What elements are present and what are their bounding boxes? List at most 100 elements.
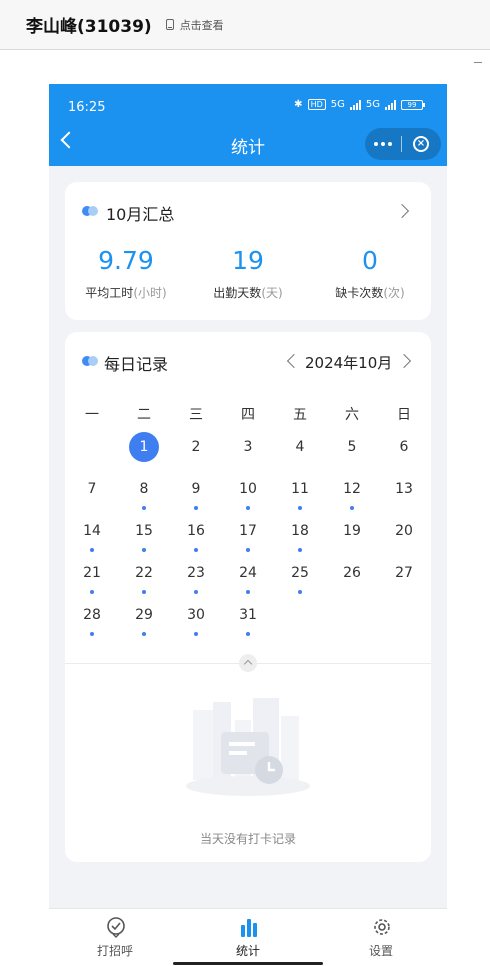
calendar-day[interactable]: 24 [222,558,274,600]
signal-icon [349,99,361,110]
calendar-day[interactable]: 9 [170,474,222,516]
calendar-day[interactable]: 28 [66,600,118,642]
calendar-day[interactable]: 26 [326,558,378,600]
calendar-day[interactable]: 1 [118,432,170,474]
calendar-day-number: 16 [187,523,205,539]
calendar-day[interactable]: 15 [118,516,170,558]
calendar-day[interactable]: 25 [274,558,326,600]
calendar-day[interactable]: 23 [170,558,222,600]
host-user-name: 李山峰(31039) [26,17,152,37]
phone-icon [165,19,174,30]
calendar-day[interactable]: 21 [66,558,118,600]
weekday-label: 四 [241,407,255,423]
record-dot [246,632,250,636]
daily-title: 每日记录 [104,355,169,374]
calendar-day[interactable]: 22 [118,558,170,600]
record-dot [246,548,250,552]
record-dot [298,590,302,594]
weekday-label: 日 [397,407,411,423]
weekday-label: 一 [85,407,99,423]
chevron-right-icon[interactable] [394,203,410,219]
bluetooth-icon: ✱ [294,99,303,110]
calendar-day-number: 29 [135,607,153,623]
tab-label: 统计 [235,944,260,958]
calendar-day[interactable]: 13 [378,474,430,516]
close-icon[interactable]: × [402,136,440,152]
calendar-day[interactable]: 27 [378,558,430,600]
calendar-day[interactable]: 7 [66,474,118,516]
calendar-day-number: 23 [187,565,205,581]
calendar-day[interactable]: 2 [170,432,222,474]
more-icon[interactable] [365,142,401,146]
calendar-day[interactable]: 12 [326,474,378,516]
record-dot [194,590,198,594]
summary-title: 10月汇总 [106,205,175,224]
calendar-day-number: 4 [295,439,305,455]
next-month-icon[interactable] [396,353,412,369]
calendar-day[interactable]: 19 [326,516,378,558]
calendar-day-number: 15 [135,523,153,539]
calendar-day-number: 12 [343,481,361,497]
tab-settings[interactable]: 设置 [315,909,447,966]
calendar-day[interactable]: 6 [378,432,430,474]
calendar-day[interactable]: 4 [274,432,326,474]
calendar-day-number: 10 [239,481,257,497]
calendar-day-number: 17 [239,523,257,539]
record-dot [194,548,198,552]
calendar-day-number: 13 [395,481,413,497]
calendar-day[interactable]: 29 [118,600,170,642]
bar-chart-icon [241,919,257,937]
calendar-day[interactable]: 30 [170,600,222,642]
calendar-day-number: 18 [291,523,309,539]
month-label: 2024年10月 [305,354,393,372]
stat-label: 平均工时(小时) [85,286,167,300]
tab-stats[interactable]: 统计 [182,909,314,966]
calendar-day-number: 6 [399,439,409,455]
record-dot [298,548,302,552]
calendar-day[interactable]: 11 [274,474,326,516]
calendar-day-number: 21 [83,565,101,581]
stat-attendance-days: 19 出勤天数(天) [187,246,309,301]
calendar-day-number: 9 [191,481,201,497]
calendar-day[interactable]: 31 [222,600,274,642]
record-dot [142,548,146,552]
calendar-day-number: 31 [239,607,257,623]
calendar-day-number: 19 [343,523,361,539]
calendar-day-number: 7 [87,481,97,497]
calendar-day-number: 24 [239,565,257,581]
calendar-day[interactable]: 17 [222,516,274,558]
record-dot [90,590,94,594]
calendar-day[interactable]: 16 [170,516,222,558]
summary-card[interactable]: 10月汇总 9.79 平均工时(小时) 19 出勤天数(天) 0 缺卡次数(次) [65,182,431,320]
calendar-day[interactable]: 10 [222,474,274,516]
record-dot [90,632,94,636]
calendar-day[interactable]: 5 [326,432,378,474]
host-view-link[interactable]: 点击查看 [165,17,224,33]
minimize-icon[interactable] [474,62,482,63]
stat-value: 19 [232,246,264,275]
status-time: 16:25 [68,100,106,115]
calendar-day[interactable]: 20 [378,516,430,558]
summary-dots-icon [82,206,98,216]
calendar-day[interactable]: 18 [274,516,326,558]
calendar-day-number: 8 [139,481,149,497]
calendar-day-number: 5 [347,439,357,455]
stat-label: 出勤天数(天) [213,286,283,300]
prev-month-icon[interactable] [286,353,302,369]
weekday-label: 五 [293,407,307,423]
record-dot [90,548,94,552]
calendar-day[interactable]: 3 [222,432,274,474]
calendar-day[interactable]: 14 [66,516,118,558]
record-dot [246,590,250,594]
calendar-day[interactable]: 8 [118,474,170,516]
daily-record-card: 每日记录 2024年10月 一二三四五六日 1 2 3 4 5 6 7 8 9 10 11 12 13 1… [65,332,431,862]
calendar-day-number: 3 [243,439,253,455]
stat-missing-punches: 0 缺卡次数(次) [309,246,431,301]
calendar-day-number: 2 [191,439,201,455]
empty-record-illustration [186,698,310,796]
tab-greet[interactable]: 打招呼 [49,909,181,966]
collapse-icon[interactable] [239,654,257,672]
mini-program-capsule: × [365,128,441,160]
record-dot [194,632,198,636]
network-label-2: 5G [365,99,380,110]
